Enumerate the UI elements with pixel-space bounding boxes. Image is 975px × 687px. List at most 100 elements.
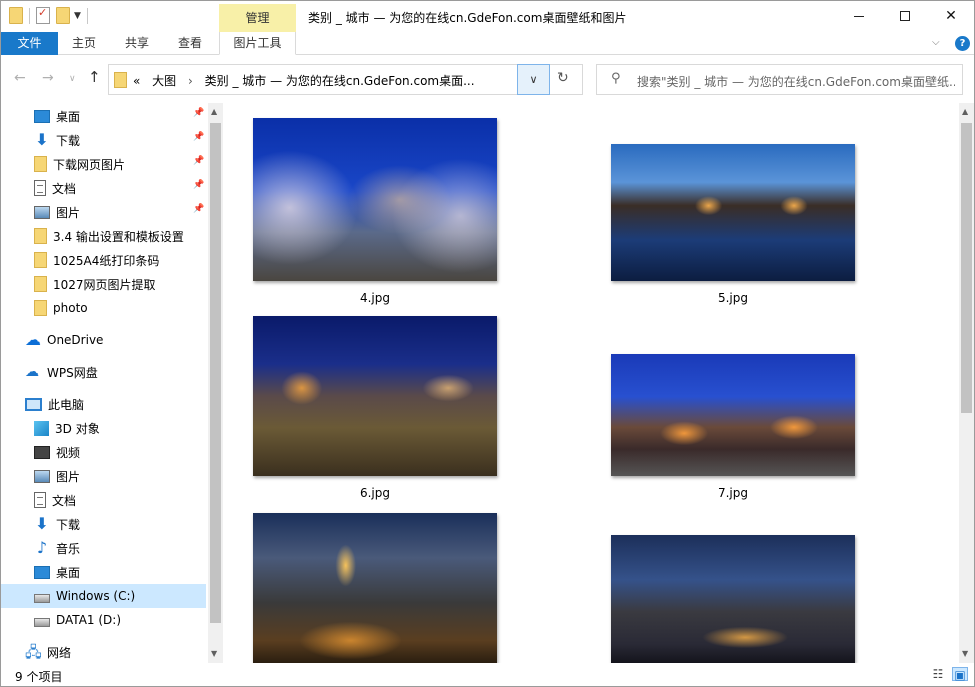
large-icons-view-icon[interactable]: ▣ [952, 667, 968, 682]
nav-item-label: 此电脑 [48, 397, 85, 412]
navigation-bar: ← → ∨ ↑ « 大图 › 类别 _ 城市 — 为您的在线cn.GdeFon.… [1, 56, 974, 103]
help-icon[interactable]: ? [955, 36, 970, 51]
image-thumbnail[interactable] [253, 316, 497, 476]
nav-item-desktop[interactable]: 桌面 📌 [1, 104, 206, 128]
recent-locations-chevron-icon[interactable]: ∨ [69, 74, 76, 84]
drive-icon [34, 617, 50, 627]
documents-icon [34, 180, 46, 196]
expand-ribbon-chevron-icon[interactable]: ⌵ [932, 37, 940, 48]
breadcrumb-separator-icon[interactable]: › [188, 74, 193, 88]
window-title: 类别 _ 城市 — 为您的在线cn.GdeFon.com桌面壁纸和图片 [308, 11, 627, 25]
scroll-up-icon[interactable]: ▲ [962, 107, 968, 116]
nav-item-folder[interactable]: 1025A4纸打印条码 [1, 248, 206, 272]
network-icon: 🖧 [25, 643, 42, 661]
folder-icon [34, 276, 47, 292]
nav-item-downloads[interactable]: ⬇ 下载 📌 [1, 128, 206, 152]
scroll-up-icon[interactable]: ▲ [211, 107, 217, 116]
pin-icon[interactable]: 📌 [193, 156, 204, 166]
file-name: 4.jpg [359, 291, 391, 305]
nav-item-drive-c[interactable]: Windows (C:) [1, 584, 206, 608]
tab-picture-tools[interactable]: 图片工具 [219, 32, 296, 55]
download-icon: ⬇ [35, 514, 49, 533]
pin-icon[interactable]: 📌 [193, 132, 204, 142]
nav-item-web-images[interactable]: 下载网页图片 📌 [1, 152, 206, 176]
nav-pane-scrollbar[interactable]: ▲ ▼ [208, 103, 223, 663]
nav-item-folder[interactable]: 1027网页图片提取 [1, 272, 206, 296]
back-arrow-icon[interactable]: ← [14, 70, 26, 86]
nav-item-wps[interactable]: ☁ WPS网盘 [1, 360, 206, 384]
file-view: 4.jpg 5.jpg 6.jpg 7.jpg [223, 103, 959, 663]
status-bar: 9 个项目 ☷ ▣ [1, 663, 974, 686]
3d-objects-icon [34, 420, 49, 436]
tab-file[interactable]: 文件 [1, 32, 58, 55]
desktop-icon [34, 109, 50, 123]
nav-item-3d-objects[interactable]: 3D 对象 [1, 416, 206, 440]
nav-item-videos[interactable]: 视频 [1, 440, 206, 464]
address-bar[interactable]: « 大图 › 类别 _ 城市 — 为您的在线cn.GdeFon.com桌面...… [108, 64, 583, 95]
scroll-down-icon[interactable]: ▼ [211, 649, 217, 658]
nav-item-label: 图片 [56, 205, 81, 220]
properties-icon[interactable] [36, 6, 50, 24]
nav-item-label: 1027网页图片提取 [53, 277, 156, 292]
scrollbar-thumb[interactable] [961, 123, 972, 413]
breadcrumb: « 大图 › 类别 _ 城市 — 为您的在线cn.GdeFon.com桌面... [133, 72, 483, 89]
minimize-button[interactable] [836, 1, 882, 31]
image-thumbnail[interactable] [253, 118, 497, 281]
image-thumbnail[interactable] [253, 513, 497, 663]
search-box[interactable]: ⚲ 搜索"类别 _ 城市 — 为您的在线cn.GdeFon.com桌面壁纸... [596, 64, 963, 95]
chevron-down-icon: ∨ [529, 73, 538, 86]
nav-item-onedrive[interactable]: ☁ OneDrive [1, 328, 206, 352]
nav-item-desktop[interactable]: 桌面 [1, 560, 206, 584]
computer-icon [25, 397, 42, 411]
folder-icon[interactable] [9, 7, 23, 24]
nav-item-label: 1025A4纸打印条码 [53, 253, 160, 268]
tab-home[interactable]: 主页 [59, 32, 109, 55]
manage-context-header[interactable]: 管理 [219, 4, 296, 32]
scrollbar-thumb[interactable] [210, 123, 221, 623]
pin-icon[interactable]: 📌 [193, 204, 204, 214]
tab-share[interactable]: 共享 [111, 32, 163, 55]
details-view-icon[interactable]: ☷ [930, 667, 946, 681]
nav-item-documents[interactable]: 文档 📌 [1, 176, 206, 200]
image-thumbnail[interactable] [611, 535, 855, 663]
address-history-button[interactable]: ∨ [517, 64, 550, 95]
breadcrumb-overflow[interactable]: « [133, 74, 140, 88]
pictures-icon [34, 205, 50, 219]
file-name: 6.jpg [359, 486, 391, 500]
pin-icon[interactable]: 📌 [193, 180, 204, 190]
nav-item-label: photo [53, 301, 88, 315]
folder-icon [34, 300, 47, 316]
nav-item-folder[interactable]: 3.4 输出设置和模板设置 [1, 224, 206, 248]
nav-item-folder[interactable]: photo [1, 296, 206, 320]
image-thumbnail[interactable] [611, 144, 855, 281]
nav-item-this-pc[interactable]: 此电脑 [1, 392, 206, 416]
customize-toolbar-chevron-icon[interactable]: ▼ [74, 11, 81, 21]
close-button[interactable]: ✕ [928, 1, 974, 31]
ribbon-tabs: 文件 主页 共享 查看 图片工具 ⌵ ? [1, 32, 974, 55]
file-name: 5.jpg [717, 291, 749, 305]
cloud-icon: ☁ [25, 330, 41, 349]
title-bar: ▼ 管理 类别 _ 城市 — 为您的在线cn.GdeFon.com桌面壁纸和图片… [1, 1, 974, 32]
scroll-down-icon[interactable]: ▼ [962, 649, 968, 658]
image-thumbnail[interactable] [611, 354, 855, 476]
nav-item-downloads[interactable]: ⬇ 下载 [1, 512, 206, 536]
up-arrow-icon[interactable]: ↑ [88, 68, 101, 86]
breadcrumb-item[interactable]: 大图 [152, 74, 176, 88]
nav-item-drive-d[interactable]: DATA1 (D:) [1, 608, 206, 632]
nav-item-documents[interactable]: 文档 [1, 488, 206, 512]
file-view-scrollbar[interactable]: ▲ ▼ [959, 103, 974, 663]
nav-item-pictures[interactable]: 图片 📌 [1, 200, 206, 224]
breadcrumb-item[interactable]: 类别 _ 城市 — 为您的在线cn.GdeFon.com桌面... [205, 74, 475, 88]
search-placeholder: 搜索"类别 _ 城市 — 为您的在线cn.GdeFon.com桌面壁纸... [637, 75, 955, 89]
pin-icon[interactable]: 📌 [193, 108, 204, 118]
nav-item-network[interactable]: 🖧 网络 [1, 640, 206, 663]
maximize-button[interactable] [882, 1, 928, 31]
nav-item-pictures[interactable]: 图片 [1, 464, 206, 488]
nav-item-music[interactable]: ♪ 音乐 [1, 536, 206, 560]
forward-arrow-icon[interactable]: → [42, 70, 54, 86]
refresh-icon[interactable]: ↻ [557, 70, 569, 86]
quick-access-toolbar: ▼ [9, 6, 88, 24]
new-folder-icon[interactable] [56, 7, 70, 24]
nav-item-label: 下载 [56, 133, 81, 148]
tab-view[interactable]: 查看 [165, 32, 215, 55]
